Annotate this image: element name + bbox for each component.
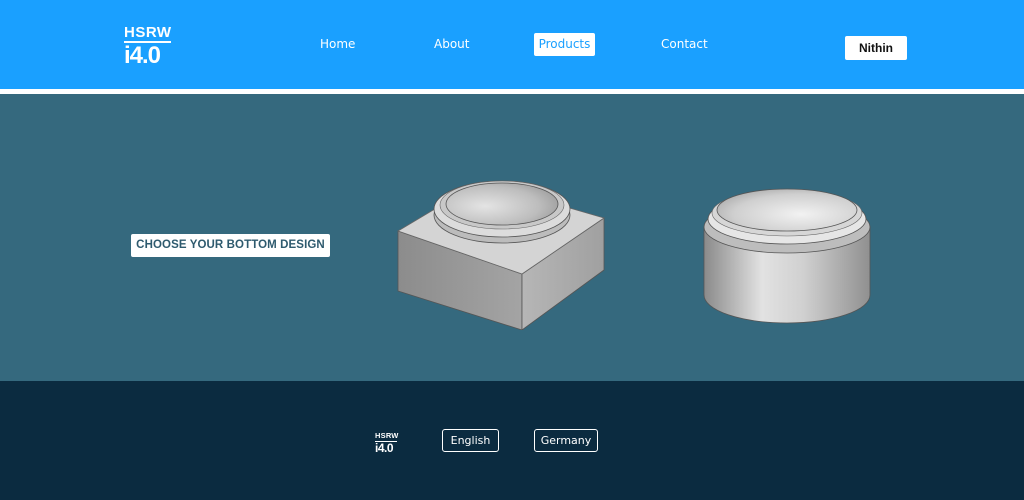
user-account-button[interactable]: Nithin — [845, 36, 907, 60]
round-bottom-design-option[interactable] — [698, 175, 876, 325]
nav-contact-link[interactable]: Contact — [655, 33, 714, 56]
nav-about-link[interactable]: About — [428, 33, 475, 56]
product-design-section: CHOOSE YOUR BOTTOM DESIGN — [0, 94, 1024, 381]
language-english-button[interactable]: English — [442, 429, 499, 452]
logo-top-text: HSRW — [124, 24, 172, 43]
top-navbar: HSRW i4.0 Home About Products Contact Ni… — [0, 0, 1024, 89]
language-germany-button[interactable]: Germany — [534, 429, 598, 452]
footer — [0, 381, 1024, 500]
logo-bottom-text: i4.0 — [124, 42, 161, 69]
cylindrical-model-image — [703, 188, 871, 324]
square-bottom-design-option[interactable] — [392, 170, 610, 331]
footer-hsrw-logo[interactable]: HSRW i4.0 — [375, 432, 398, 455]
nav-home-link[interactable]: Home — [314, 33, 361, 56]
square-base-model-image — [397, 180, 605, 331]
hsrw-logo[interactable]: HSRW i4.0 — [124, 25, 171, 68]
choose-bottom-design-label: CHOOSE YOUR BOTTOM DESIGN — [131, 234, 330, 257]
nav-products-link[interactable]: Products — [534, 33, 595, 56]
footer-logo-bottom-text: i4.0 — [375, 440, 394, 455]
